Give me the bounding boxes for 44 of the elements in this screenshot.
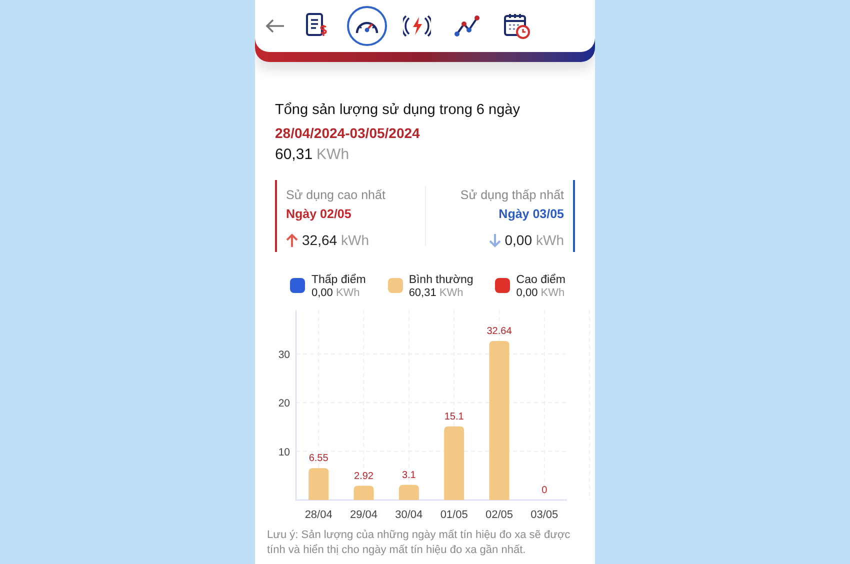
legend-label: Bình thường [408, 274, 474, 288]
stat-label: Sử dụng thấp nhất [460, 187, 564, 204]
stat-day: Ngày 03/05 [498, 205, 564, 224]
stat-value: 0,00 [504, 230, 532, 250]
calendar-clock-icon [504, 13, 530, 39]
legend-label: Thấp điểm [311, 274, 366, 288]
axis-tick-label: 30 [278, 349, 290, 362]
bill-icon [305, 13, 329, 39]
bar [308, 468, 329, 500]
axis-tick-label: 03/05 [530, 509, 558, 522]
bar-value-label: 3.1 [402, 470, 416, 482]
total-value: 60,31 [275, 144, 313, 165]
legend-label: Cao điểm [516, 274, 566, 288]
arrow-down-icon [488, 232, 501, 248]
unit-label: KWh [316, 144, 350, 165]
line-chart-icon [454, 15, 480, 37]
summary-title: Tổng sản lượng sử dụng trong 6 ngày [275, 101, 521, 120]
axis-tick-label: 30/04 [395, 509, 423, 522]
legend-value: 0,00 KWh [516, 287, 566, 300]
unit-label: kWh [341, 230, 370, 250]
bar-value-label: 2.92 [354, 471, 374, 482]
legend-value: 60,31 KWh [408, 287, 464, 300]
axis-tick-label: 28/04 [304, 509, 332, 522]
bar [354, 486, 374, 500]
bar-value-label: 0 [542, 485, 548, 496]
axis-tick-label: 20 [278, 398, 290, 410]
axis-tick-label: 01/05 [440, 509, 468, 522]
note-text: Lưu ý: Sản lượng của những ngày mất tín hiệu đo xa sẽ được tính và hiển thị cho ngày mất tín hiệu đo xa gần nhất. [266, 528, 572, 558]
stat-value: 32,64 [302, 230, 338, 250]
axis-tick-label: 29/04 [350, 509, 378, 522]
bar-value-label: 32.64 [486, 326, 512, 338]
bar-value-label: 15.1 [444, 412, 464, 423]
legend-value: 0,00 KWh [311, 287, 361, 300]
bar [398, 485, 419, 500]
axis-tick-label: 10 [278, 446, 290, 459]
nav-tab[interactable] [347, 6, 387, 46]
bar-value-label: 6.55 [308, 453, 328, 464]
stat-day: Ngày 02/05 [286, 205, 424, 224]
axis-tick-label: 02/05 [485, 509, 514, 522]
stat-label: Sử dụng cao nhất [286, 187, 386, 204]
unit-label: kWh [536, 230, 564, 250]
signal-bolt-icon [403, 15, 431, 37]
arrow-up-icon [286, 232, 298, 248]
date-range: 28/04/2024-03/05/2024 [275, 124, 421, 143]
